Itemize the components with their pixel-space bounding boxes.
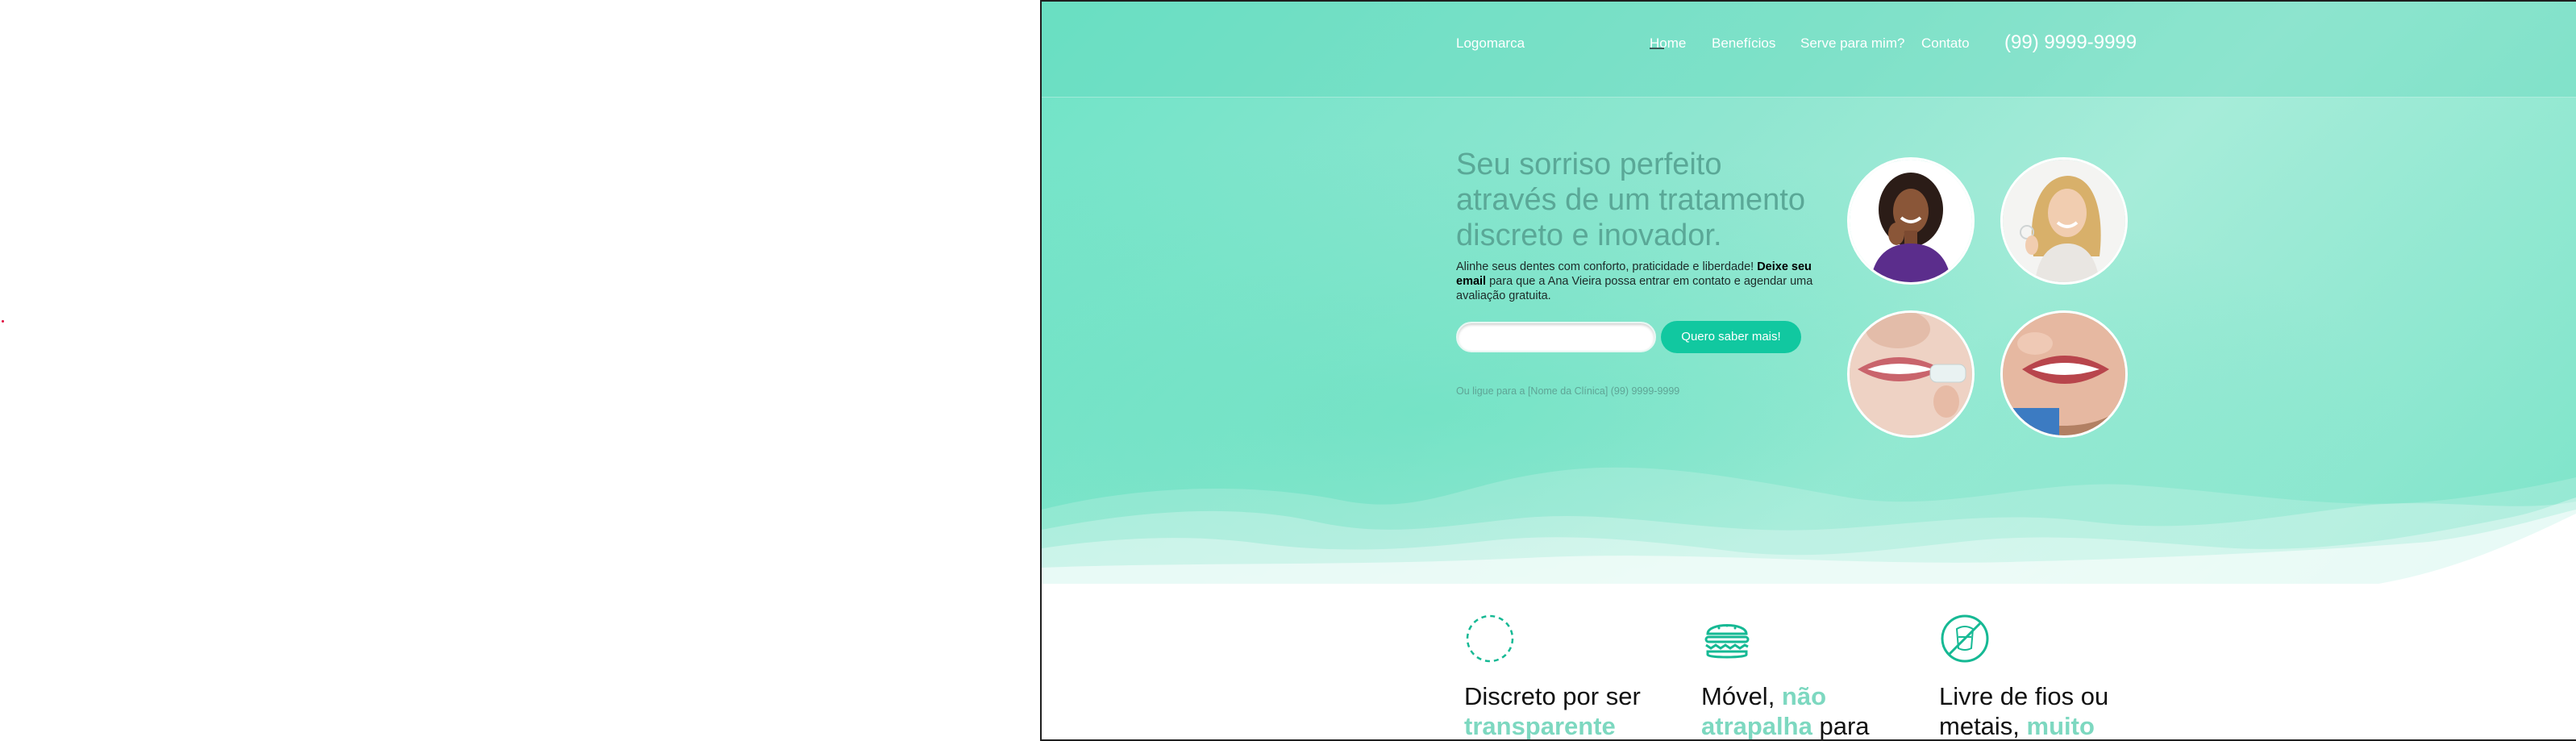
cta-button[interactable]: Quero saber mais! — [1661, 321, 1801, 353]
call-line: Ou ligue para a [Nome da Clínica] (99) 9… — [1456, 385, 1680, 397]
feature-title-accent: transparente — [1464, 712, 1616, 740]
nav-phone[interactable]: (99) 9999-9999 — [2004, 31, 2137, 54]
stray-dot — [2, 320, 4, 323]
landing-page-frame: Logomarca Home Benefícios Serve para mim… — [1040, 0, 2576, 741]
top-navigation: Logomarca Home Benefícios Serve para mim… — [1456, 26, 2359, 58]
hero-section: Logomarca Home Benefícios Serve para mim… — [1042, 2, 2576, 584]
nav-link-home[interactable]: Home — [1650, 35, 1686, 52]
nav-link-serve-para-mim[interactable]: Serve para mim? — [1800, 35, 1904, 52]
nav-link-beneficios[interactable]: Benefícios — [1712, 35, 1775, 52]
logo[interactable]: Logomarca — [1456, 35, 1525, 52]
email-input[interactable] — [1456, 322, 1656, 352]
avatar-smile-aligner — [1847, 310, 1975, 438]
feature-title: Livre de fios ou metais, muito mais — [1939, 681, 2157, 739]
dashed-circle-icon — [1466, 614, 1514, 663]
avatar-woman-curly-hair — [1847, 157, 1975, 285]
feature-title-text: Discreto por ser — [1464, 682, 1641, 710]
blank-area — [0, 0, 1040, 739]
avatar-woman-blonde — [2000, 157, 2128, 285]
feature-title-text: Móvel, — [1701, 682, 1782, 710]
avatar-man-aligner — [2000, 310, 2128, 438]
hero-headline: Seu sorriso perfeito através de um trata… — [1456, 148, 1805, 252]
no-wires-icon — [1941, 614, 1989, 663]
hero-intro: Alinhe seus dentes com conforto, pratici… — [1456, 260, 1819, 303]
nav-link-contato[interactable]: Contato — [1921, 35, 1970, 52]
feature-title-text-2: para — [1812, 712, 1870, 740]
hero-waves — [1042, 467, 2576, 584]
intro-text-2: para que a Ana Vieira possa entrar em co… — [1456, 275, 1813, 302]
burger-icon — [1704, 624, 1750, 659]
feature-title: Discreto por ser transparente — [1464, 681, 1682, 740]
feature-title: Móvel, não atrapalha para — [1701, 681, 1879, 740]
intro-text-1: Alinhe seus dentes com conforto, pratici… — [1456, 260, 1758, 273]
